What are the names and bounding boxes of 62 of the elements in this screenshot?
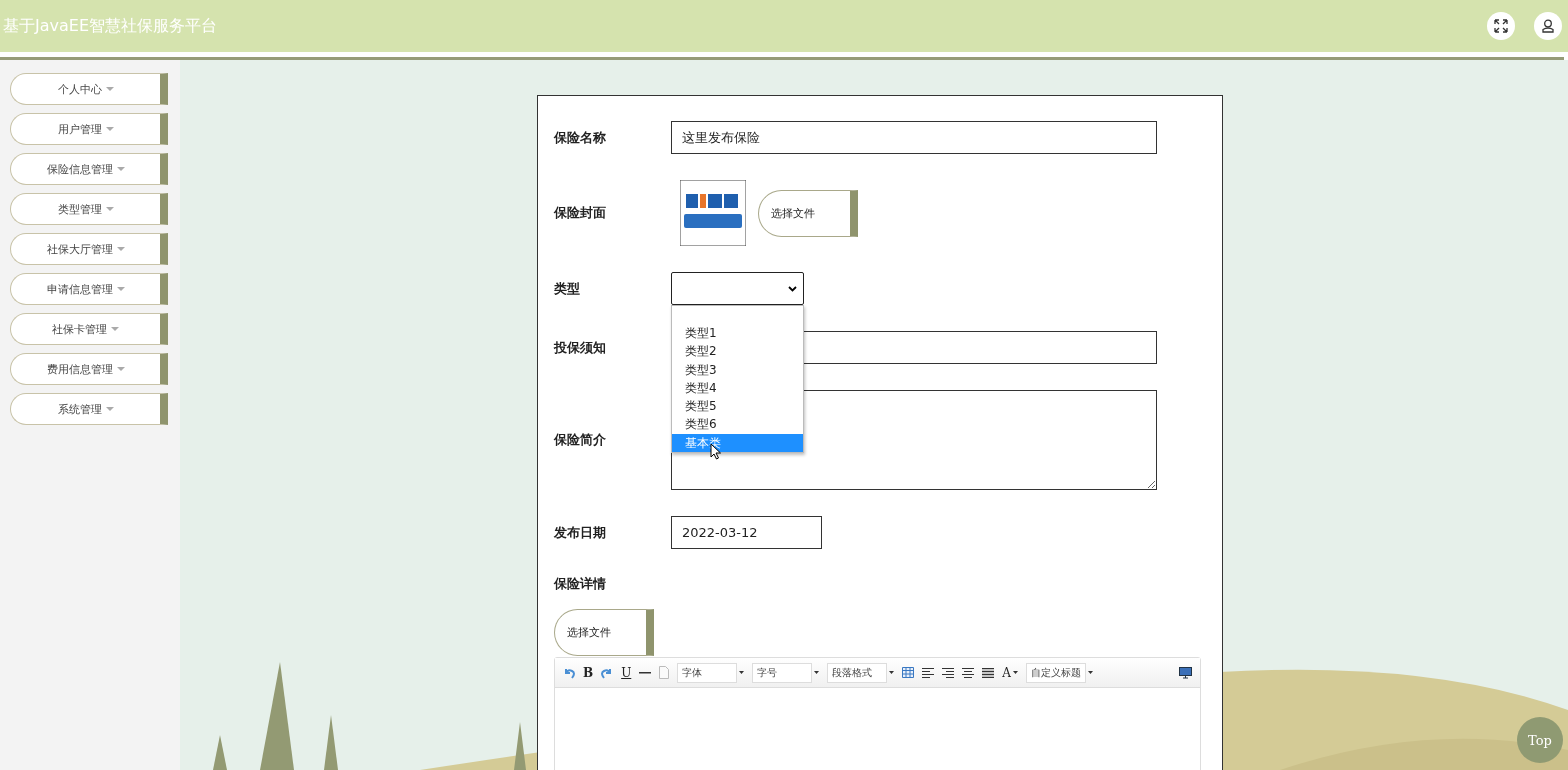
caret-icon (116, 367, 125, 371)
caret-icon (105, 127, 114, 131)
toolbar-dropdown[interactable]: 段落格式 (827, 662, 888, 683)
sidebar-item[interactable]: 社保卡管理 (10, 313, 168, 345)
dropdown-option[interactable]: 类型6 (672, 415, 803, 434)
sidebar-item[interactable]: 社保大厅管理 (10, 233, 168, 265)
dropdown-option[interactable]: 类型4 (672, 378, 803, 398)
caret-icon (1012, 671, 1018, 674)
underline-button[interactable]: U (621, 665, 632, 680)
sidebar-item[interactable]: 类型管理 (10, 193, 168, 225)
chevron-icon (788, 285, 797, 292)
choose-file-button[interactable]: 选择文件 (554, 609, 654, 656)
caret-icon (116, 287, 125, 291)
undo-icon[interactable] (563, 666, 575, 679)
sidebar-item[interactable]: 申请信息管理 (10, 273, 168, 305)
caret-icon (111, 327, 119, 331)
caret-icon (105, 87, 114, 91)
caret-icon (105, 407, 114, 411)
caret-icon (116, 167, 125, 171)
fullscreen-icon[interactable] (1487, 12, 1515, 40)
align-center-icon[interactable] (962, 667, 975, 678)
horizontal-rule-icon[interactable] (639, 671, 652, 674)
sidebar-item[interactable]: 费用信息管理 (10, 353, 168, 385)
select-field[interactable] (671, 272, 804, 305)
user-icon[interactable] (1534, 12, 1562, 40)
align-right-icon[interactable] (942, 667, 955, 678)
sidebar-item[interactable]: 系统管理 (10, 393, 168, 425)
redo-icon[interactable] (601, 666, 614, 679)
font-color-button[interactable]: A (1002, 665, 1011, 680)
field-label: 保险详情 (554, 575, 607, 593)
monitor-icon[interactable] (1179, 666, 1192, 679)
align-left-icon[interactable] (922, 667, 935, 678)
dropdown-option[interactable]: 类型5 (672, 397, 803, 416)
toolbar-dropdown[interactable]: 字号 (752, 662, 813, 683)
field-label: 保险简介 (554, 431, 607, 449)
field-label: 发布日期 (554, 523, 607, 542)
sidebar-item[interactable]: 保险信息管理 (10, 153, 168, 185)
field-label: 保险封面 (554, 204, 607, 222)
toolbar-dropdown[interactable]: 字体 (677, 662, 738, 683)
justify-icon[interactable] (982, 667, 995, 678)
caret-icon (116, 247, 125, 251)
date-field[interactable]: 2022-03-12 (671, 516, 822, 549)
sidebar-item[interactable]: 用户管理 (10, 113, 168, 145)
caret-icon (739, 671, 745, 674)
dropdown-option[interactable]: 类型1 (672, 324, 803, 343)
table-icon[interactable] (902, 667, 915, 678)
site-title: 基于JavaEE智慧社保服务平台 (3, 15, 217, 37)
tree-drawing (213, 735, 227, 770)
dropdown-option[interactable]: 类型3 (672, 360, 803, 379)
caret-icon (889, 671, 895, 674)
bold-button[interactable]: B (583, 665, 594, 680)
field-label: 保险名称 (554, 128, 607, 147)
dropdown-option[interactable]: 类型2 (672, 342, 803, 361)
toolbar-dropdown[interactable]: 自定义标题 (1025, 662, 1086, 683)
caret-icon (1087, 671, 1093, 674)
field-label: 投保须知 (554, 338, 607, 357)
caret-icon (814, 671, 820, 674)
input-field[interactable]: 这里发布保险 (671, 121, 1157, 154)
sidebar-item[interactable]: 个人中心 (10, 73, 168, 105)
caret-icon (105, 207, 114, 211)
field-label: 类型 (554, 279, 581, 298)
choose-file-button[interactable]: 选择文件 (758, 189, 858, 237)
